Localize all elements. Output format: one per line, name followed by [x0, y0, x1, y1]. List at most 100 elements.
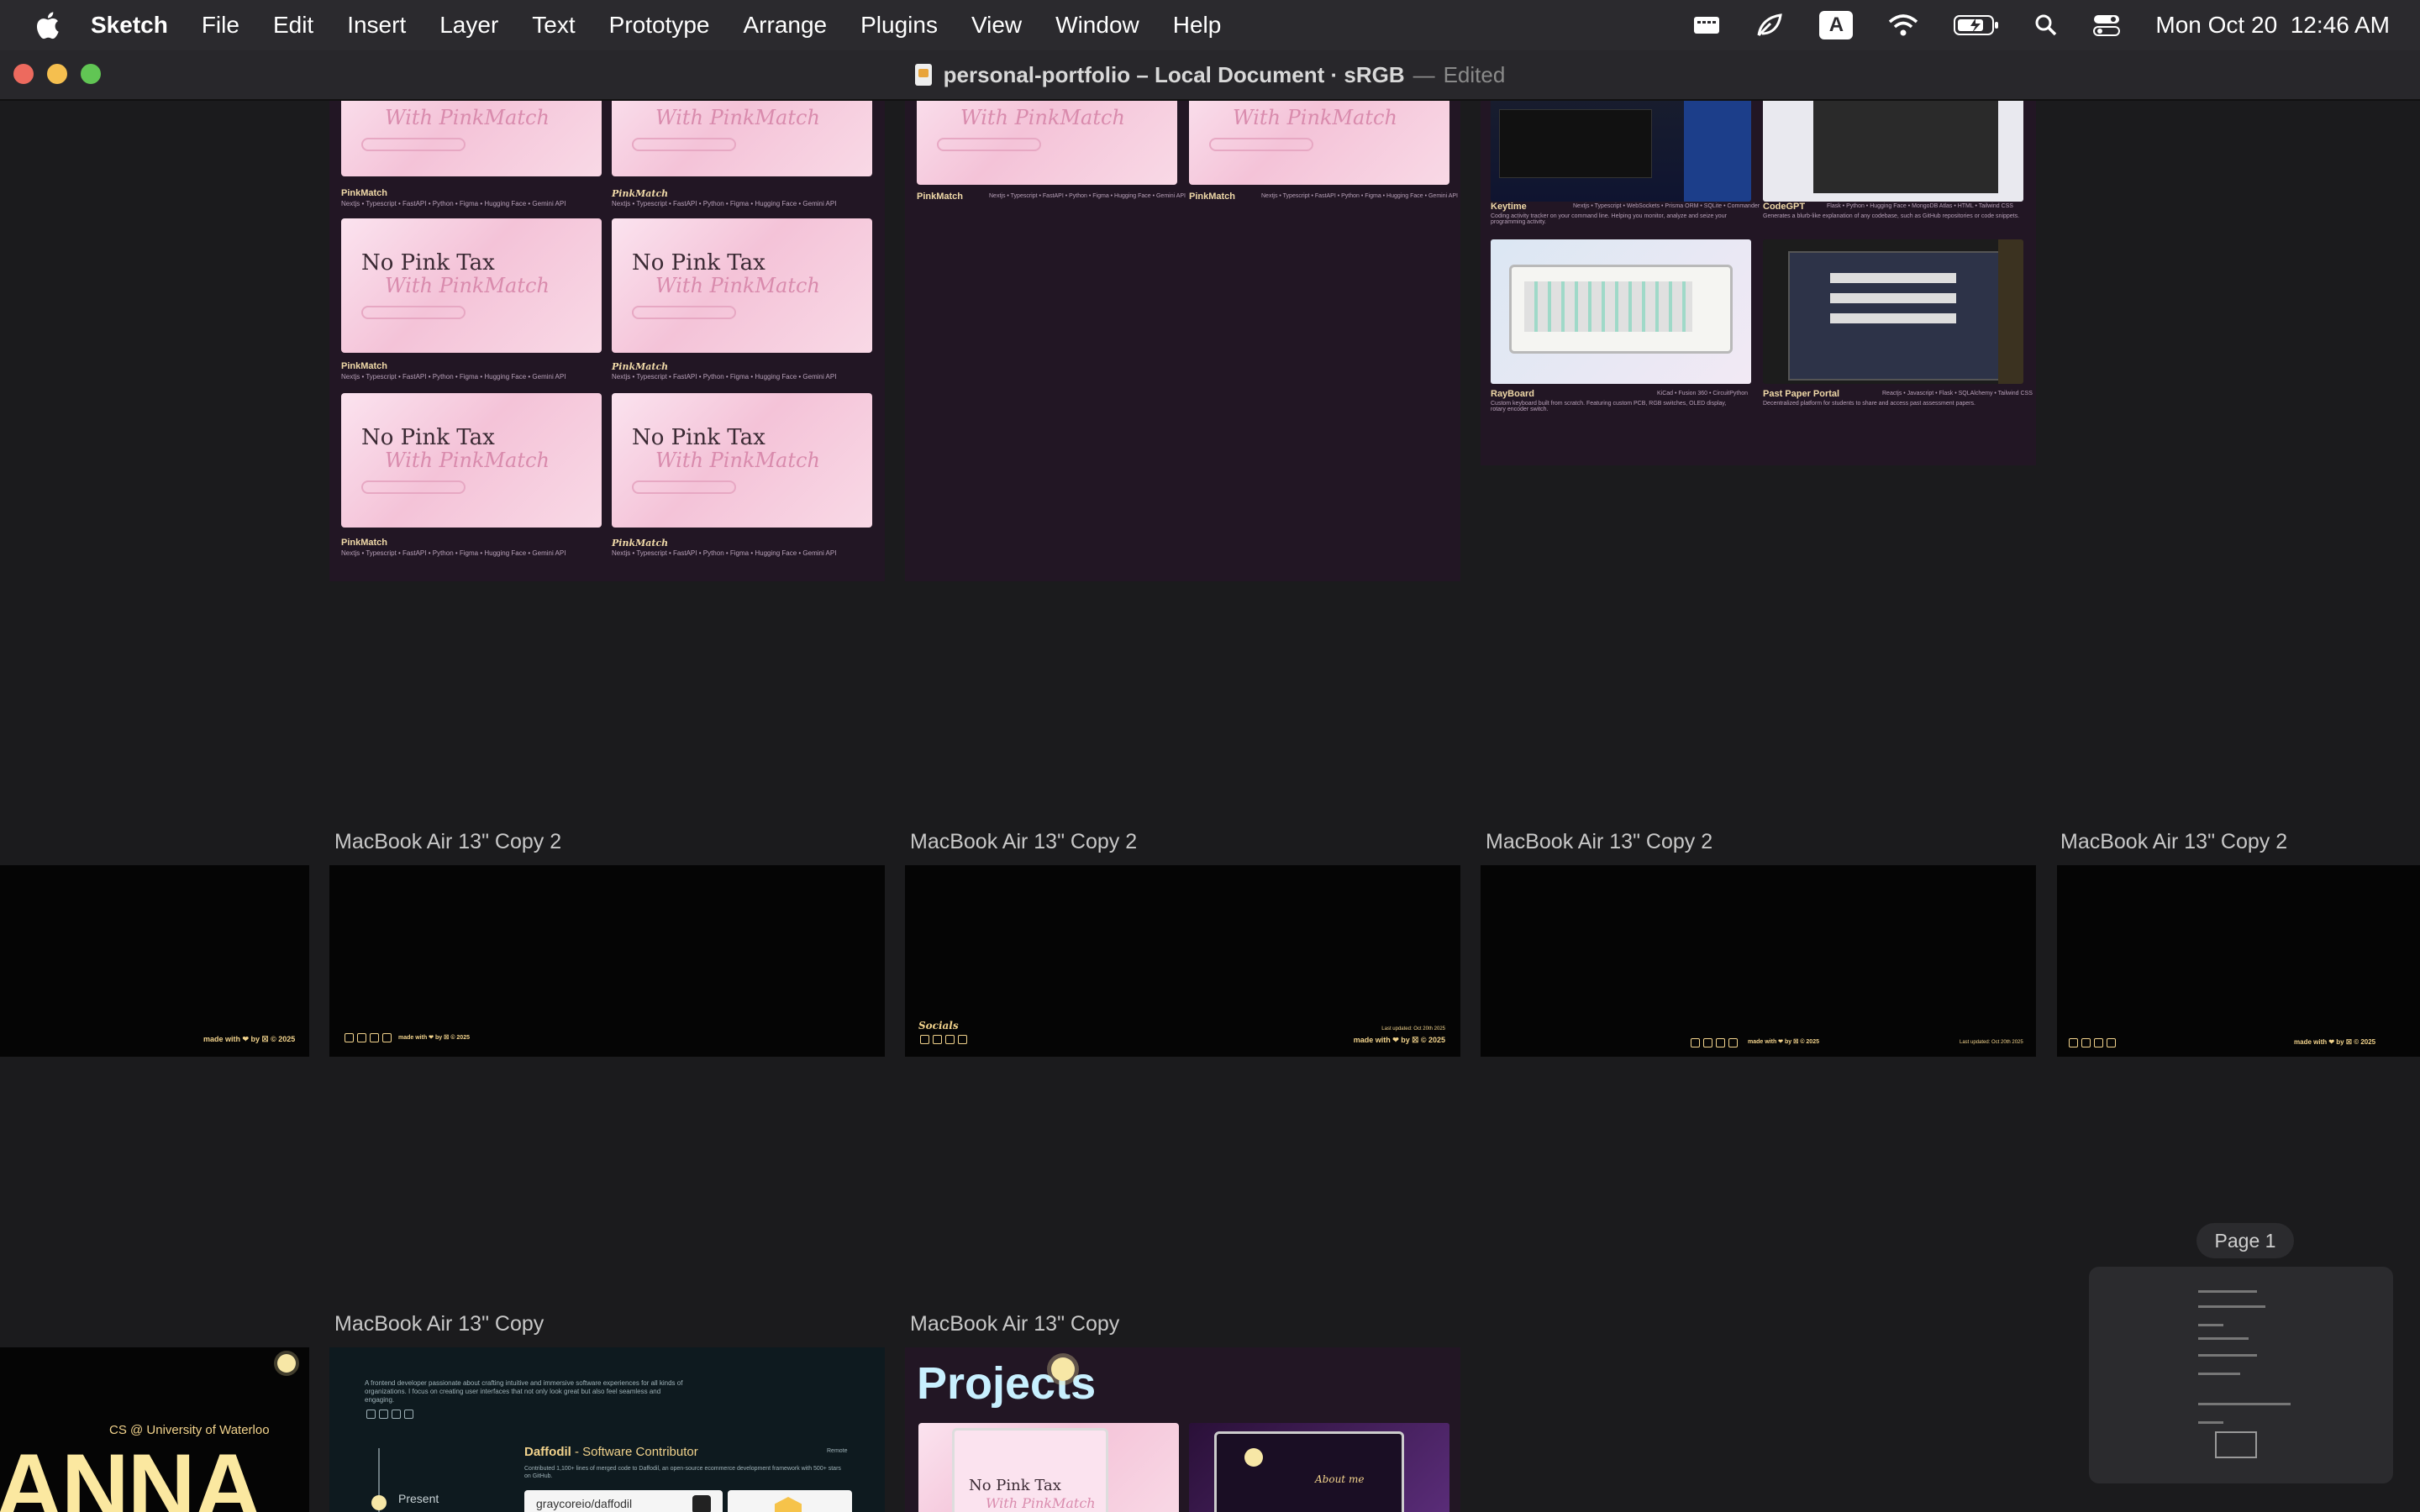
- card-subtitle: With PinkMatch: [385, 106, 550, 129]
- menu-prototype[interactable]: Prototype: [609, 12, 710, 39]
- rayboard-stack: KiCad • Fusion 360 • CircuitPython: [1657, 391, 1749, 396]
- clock[interactable]: Mon Oct 20 12:46 AM: [2155, 12, 2390, 39]
- artboard-hero[interactable]: CS @ University of Waterloo ANNA: [0, 1347, 309, 1512]
- keytime-stack: Nextjs • Typescript • WebSockets • Prism…: [1573, 203, 1760, 209]
- display-icon[interactable]: [1693, 14, 1720, 36]
- pinkmatch-preview[interactable]: No Pink Tax With PinkMatch: [918, 1423, 1179, 1512]
- card-search-bar: [1209, 138, 1313, 151]
- card-caption-stack: Nextjs • Typescript • FastAPI • Python •…: [341, 549, 566, 557]
- pastpaper-stack: Reactjs • Javascript • Flask • SQLAlchem…: [1882, 391, 2033, 396]
- card-subtitle: With PinkMatch: [655, 274, 820, 297]
- menu-text[interactable]: Text: [532, 12, 575, 39]
- menu-arrange[interactable]: Arrange: [744, 12, 828, 39]
- artboard-footer-c[interactable]: Socials Last updated: Oct 20th 2025 made…: [905, 865, 1460, 1057]
- menu-edit[interactable]: Edit: [273, 12, 313, 39]
- pinkmatch-card[interactable]: With PinkMatch: [612, 101, 872, 176]
- sparkle-icon: [371, 1495, 387, 1510]
- card-caption-stack: Nextjs • Typescript • FastAPI • Python •…: [1261, 193, 1458, 199]
- canvas-minimap[interactable]: [2089, 1267, 2393, 1483]
- card-subtitle: With PinkMatch: [385, 274, 550, 297]
- card-title: No Pink Tax: [361, 425, 495, 450]
- pinkmatch-card[interactable]: With PinkMatch: [917, 101, 1177, 185]
- artboard-footer-b[interactable]: made with ❤ by ☒ © 2025: [329, 865, 885, 1057]
- card-caption-title: PinkMatch: [341, 188, 388, 198]
- card-search-bar: [361, 138, 466, 151]
- keytime-screenshot[interactable]: [1491, 101, 1751, 202]
- card-caption-stack: Nextjs • Typescript • FastAPI • Python •…: [341, 200, 566, 207]
- menu-view[interactable]: View: [971, 12, 1022, 39]
- artboard-footer-a[interactable]: made with ❤ by ☒ © 2025: [0, 865, 309, 1057]
- pinkmatch-card[interactable]: With PinkMatch: [1189, 101, 1449, 185]
- made-with-text: made with ❤ by ☒ © 2025: [1748, 1039, 1819, 1045]
- social-icons: [366, 1410, 413, 1419]
- control-center-icon[interactable]: [2093, 13, 2121, 37]
- pinkmatch-card[interactable]: No Pink Tax With PinkMatch: [341, 218, 602, 353]
- menu-help[interactable]: Help: [1173, 12, 1222, 39]
- social-icons: [920, 1035, 967, 1044]
- social-icons: [345, 1033, 392, 1042]
- title-separator: —: [1413, 61, 1435, 87]
- artboard-label[interactable]: MacBook Air 13" Copy: [910, 1312, 1119, 1336]
- card-search-bar: [632, 138, 736, 151]
- minimap-viewport[interactable]: [2215, 1431, 2257, 1458]
- about-me-preview[interactable]: About me: [1189, 1423, 1449, 1512]
- app-menu-sketch[interactable]: Sketch: [91, 12, 168, 39]
- rayboard-title: RayBoard: [1491, 389, 1534, 399]
- artboard-label[interactable]: MacBook Air 13" Copy 2: [2060, 830, 2287, 854]
- repo-card[interactable]: graycoreio/daffodil: [524, 1490, 723, 1512]
- menu-plugins[interactable]: Plugins: [860, 12, 938, 39]
- rayboard-screenshot[interactable]: [1491, 239, 1751, 384]
- codegpt-desc: Generates a blurb-like explanation of an…: [1763, 213, 2020, 219]
- sketch-canvas[interactable]: With PinkMatch With PinkMatch PinkMatch …: [0, 101, 2420, 1512]
- role-title: - Software Contributor: [571, 1445, 698, 1459]
- card-caption-title: PinkMatch: [1189, 192, 1236, 202]
- page-selector[interactable]: Page 1: [2196, 1223, 2294, 1258]
- artboard-pinkmatch-short[interactable]: With PinkMatch With PinkMatch PinkMatch …: [905, 101, 1460, 581]
- artboard-pinkmatch-grid[interactable]: With PinkMatch With PinkMatch PinkMatch …: [329, 101, 885, 581]
- artboard-projects-page[interactable]: Projects No Pink Tax With PinkMatch Abou…: [905, 1347, 1460, 1512]
- document-name: personal-portfolio – Local Document · sR…: [943, 61, 1405, 87]
- artboard-experience[interactable]: A frontend developer passionate about cr…: [329, 1347, 885, 1512]
- menu-insert[interactable]: Insert: [347, 12, 406, 39]
- card-caption-title: PinkMatch: [341, 361, 388, 371]
- apple-icon[interactable]: [32, 8, 62, 42]
- card-subtitle: With PinkMatch: [655, 449, 820, 472]
- artboard-label[interactable]: MacBook Air 13" Copy 2: [334, 830, 561, 854]
- artboard-projects-grid[interactable]: Keytime Nextjs • Typescript • WebSockets…: [1481, 101, 2036, 465]
- menu-window[interactable]: Window: [1055, 12, 1139, 39]
- about-me-title: About me: [1315, 1473, 1365, 1485]
- daffodil-logo-icon: [775, 1497, 802, 1512]
- card-title: No Pink Tax: [632, 250, 765, 276]
- company-name: Daffodil: [524, 1445, 571, 1459]
- github-icon: [692, 1495, 711, 1512]
- leaf-icon[interactable]: [1755, 12, 1784, 39]
- menu-file[interactable]: File: [202, 12, 239, 39]
- artboard-footer-e[interactable]: made with ❤ by ☒ © 2025: [2057, 865, 2420, 1057]
- battery-icon[interactable]: [1954, 14, 1999, 36]
- made-with-text: made with ❤ by ☒ © 2025: [1353, 1036, 1445, 1044]
- pinkmatch-card[interactable]: No Pink Tax With PinkMatch: [612, 218, 872, 353]
- codegpt-stack: Flask • Python • Hugging Face • MongoDB …: [1827, 203, 2013, 209]
- card-subtitle: With PinkMatch: [655, 106, 820, 129]
- codegpt-screenshot[interactable]: [1763, 101, 2023, 202]
- pinkmatch-card[interactable]: No Pink Tax With PinkMatch: [341, 393, 602, 528]
- menu-layer[interactable]: Layer: [439, 12, 498, 39]
- last-updated-text: Last updated: Oct 20th 2025: [1381, 1026, 1445, 1032]
- search-icon[interactable]: [2034, 13, 2058, 37]
- artboard-label[interactable]: MacBook Air 13" Copy: [334, 1312, 544, 1336]
- wifi-icon[interactable]: [1888, 13, 1918, 37]
- artboard-footer-d[interactable]: made with ❤ by ☒ © 2025 Last updated: Oc…: [1481, 865, 2036, 1057]
- pinkmatch-card[interactable]: With PinkMatch: [341, 101, 602, 176]
- card-title: No Pink Tax: [632, 425, 765, 450]
- pastpaper-screenshot[interactable]: [1763, 239, 2023, 384]
- pinkmatch-card[interactable]: No Pink Tax With PinkMatch: [612, 393, 872, 528]
- keytime-title: Keytime: [1491, 202, 1527, 212]
- artboard-label[interactable]: MacBook Air 13" Copy 2: [1486, 830, 1712, 854]
- card-search-bar: [632, 480, 736, 494]
- input-source-icon[interactable]: A: [1819, 11, 1854, 39]
- artboard-label[interactable]: MacBook Air 13" Copy 2: [910, 830, 1137, 854]
- edited-status: Edited: [1443, 61, 1506, 87]
- minimap-marks: [2198, 1290, 2299, 1458]
- card-caption-title: PinkMatch: [341, 538, 388, 548]
- window-titlebar: personal-portfolio – Local Document · sR…: [0, 50, 2420, 101]
